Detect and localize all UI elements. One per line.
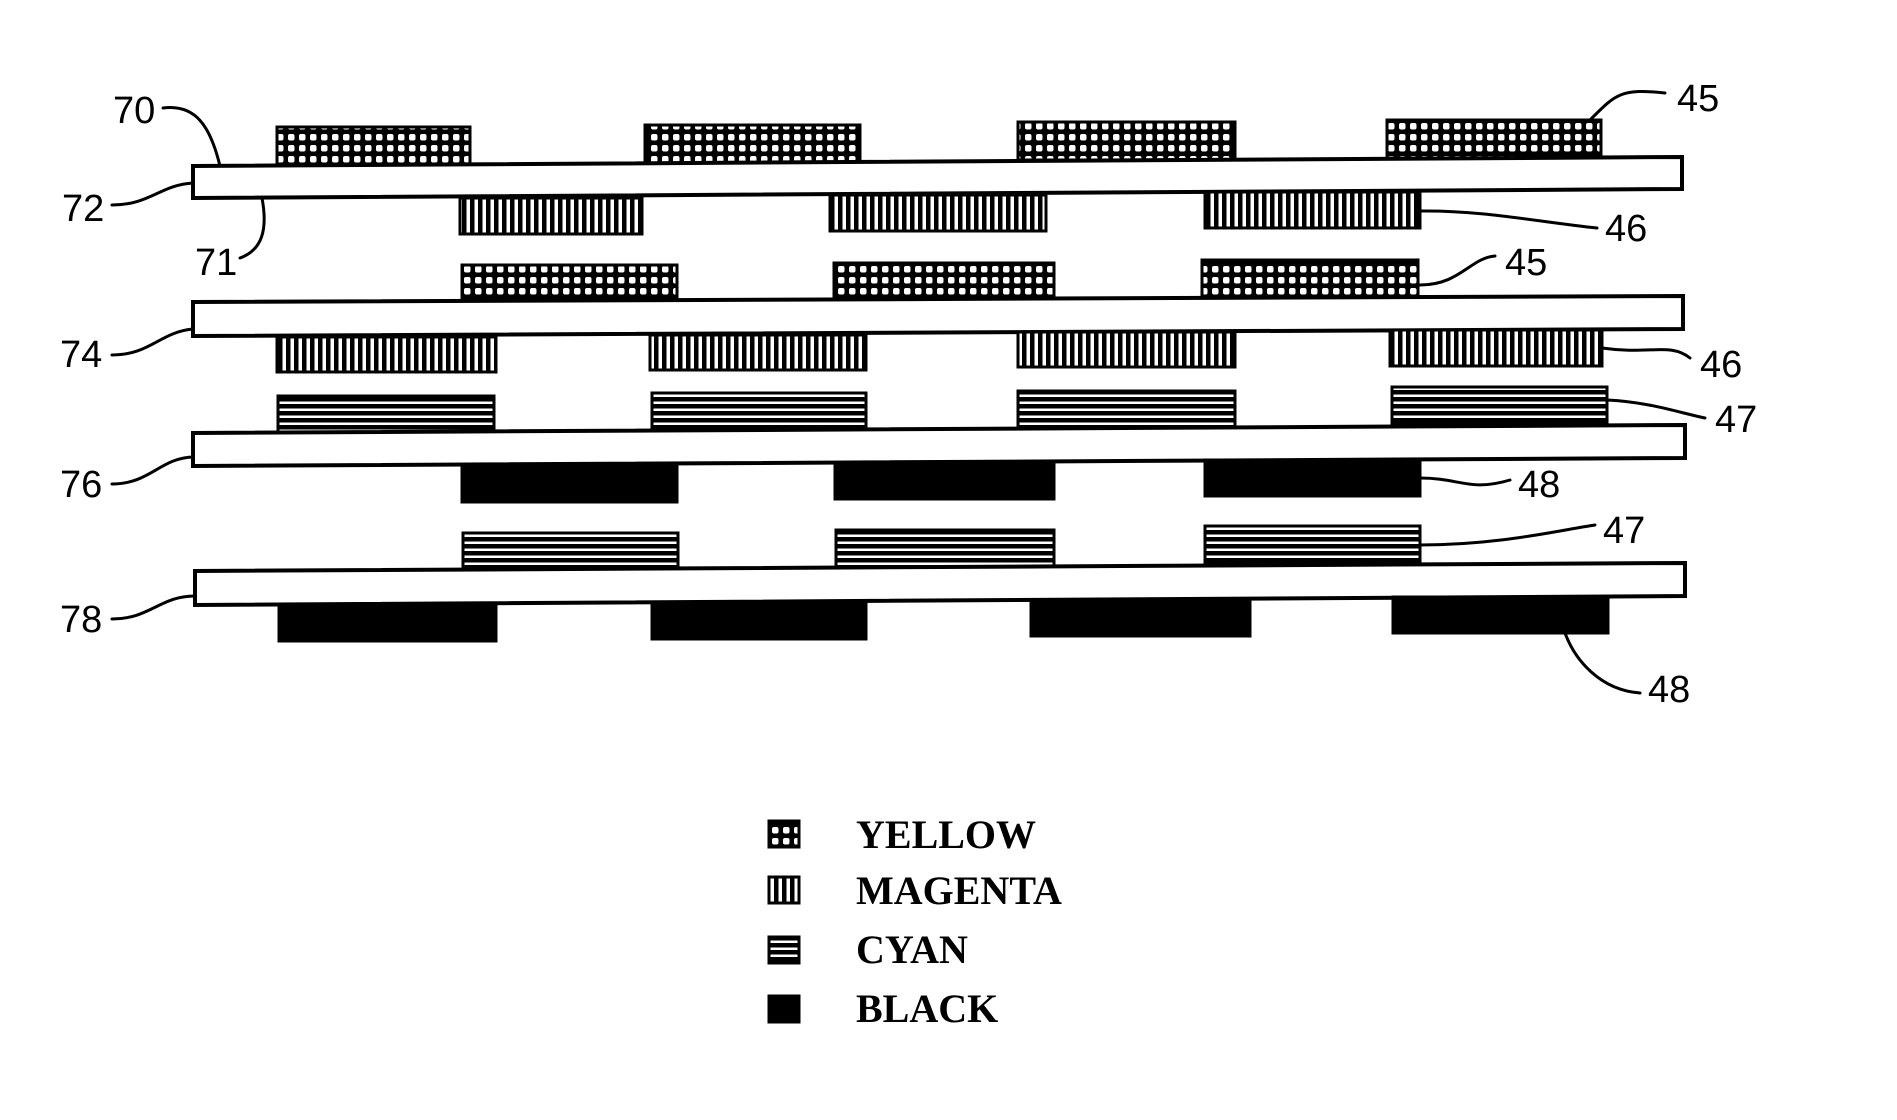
ref-label-45: 45 — [1677, 78, 1719, 120]
sheet-76 — [191, 385, 1687, 504]
black-pad — [460, 464, 679, 504]
ref-label-76: 76 — [60, 464, 102, 506]
ref-label-72: 72 — [62, 188, 104, 230]
magenta-pad — [1388, 328, 1604, 368]
sheet-72 — [191, 118, 1684, 236]
magenta-pad — [648, 333, 868, 372]
cyan-pad — [1390, 385, 1609, 426]
leader-46-top — [1418, 209, 1599, 230]
black-pad — [650, 601, 868, 641]
leader-72 — [110, 181, 195, 207]
black-pad — [1391, 595, 1610, 635]
cyan-pad — [650, 391, 868, 432]
diagram-canvas: 70 72 71 74 76 78 45 46 45 46 47 48 47 4… — [60, 78, 1757, 1031]
ref-label-78: 78 — [60, 599, 102, 641]
legend-item-cyan: CYAN — [767, 927, 968, 972]
ref-label-47: 47 — [1715, 399, 1757, 441]
ref-label-48: 48 — [1648, 669, 1690, 711]
sheet-74 — [191, 258, 1685, 374]
black-swatch-icon — [767, 994, 801, 1024]
yellow-pad — [643, 123, 862, 165]
leader-78 — [110, 594, 197, 621]
black-pad — [1029, 598, 1252, 638]
ref-label-47: 47 — [1603, 510, 1645, 552]
leader-47-top — [1605, 398, 1707, 420]
cyan-pad — [1016, 389, 1237, 430]
yellow-pad — [460, 263, 679, 304]
sheet-body — [191, 422, 1687, 469]
legend-item-black: BLACK — [767, 986, 998, 1031]
yellow-pad — [1385, 118, 1603, 160]
cyan-swatch-icon — [767, 935, 801, 965]
legend-label-yellow: YELLOW — [856, 812, 1036, 857]
ref-label-74: 74 — [60, 334, 102, 376]
leader-71 — [238, 196, 266, 260]
leader-70 — [161, 106, 222, 168]
ref-label-71: 71 — [195, 242, 237, 284]
legend-label-cyan: CYAN — [856, 927, 968, 972]
leader-74 — [110, 327, 195, 357]
yellow-pad — [275, 125, 472, 167]
leader-45-mid — [1418, 254, 1497, 287]
ref-label-48: 48 — [1518, 464, 1560, 506]
legend-item-yellow: YELLOW — [767, 812, 1036, 857]
leader-48-bottom — [1563, 631, 1642, 695]
leader-45-top — [1588, 89, 1667, 122]
cyan-pad — [461, 531, 680, 573]
legend-label-magenta: MAGENTA — [856, 868, 1062, 913]
leader-47-mid — [1418, 523, 1597, 547]
magenta-pad — [458, 196, 644, 236]
yellow-swatch-icon — [767, 819, 801, 849]
black-pad — [277, 603, 498, 643]
legend-label-black: BLACK — [856, 986, 998, 1031]
cyan-pad — [276, 394, 496, 435]
cyan-pad — [834, 528, 1056, 569]
ref-label-70: 70 — [113, 90, 155, 132]
legend: YELLOW MAGENTA CYAN BLACK — [767, 812, 1062, 1031]
ref-label-46: 46 — [1605, 208, 1647, 250]
magenta-swatch-icon — [767, 875, 801, 905]
black-pad — [833, 462, 1056, 501]
magenta-pad — [1203, 190, 1422, 230]
yellow-pad — [1016, 120, 1237, 162]
magenta-pad — [275, 335, 498, 374]
cyan-pad — [1203, 524, 1422, 565]
leader-76 — [110, 455, 195, 486]
black-pad — [1203, 458, 1422, 498]
leader-48-mid — [1418, 476, 1512, 487]
sheet-body — [191, 154, 1684, 201]
legend-item-magenta: MAGENTA — [767, 868, 1062, 913]
yellow-pad — [1200, 258, 1420, 299]
ref-label-46: 46 — [1700, 344, 1742, 386]
yellow-pad — [832, 261, 1056, 302]
magenta-pad — [828, 193, 1048, 233]
ref-label-45: 45 — [1505, 242, 1547, 284]
leader-46-mid — [1600, 346, 1692, 360]
magenta-pad — [1016, 330, 1237, 369]
